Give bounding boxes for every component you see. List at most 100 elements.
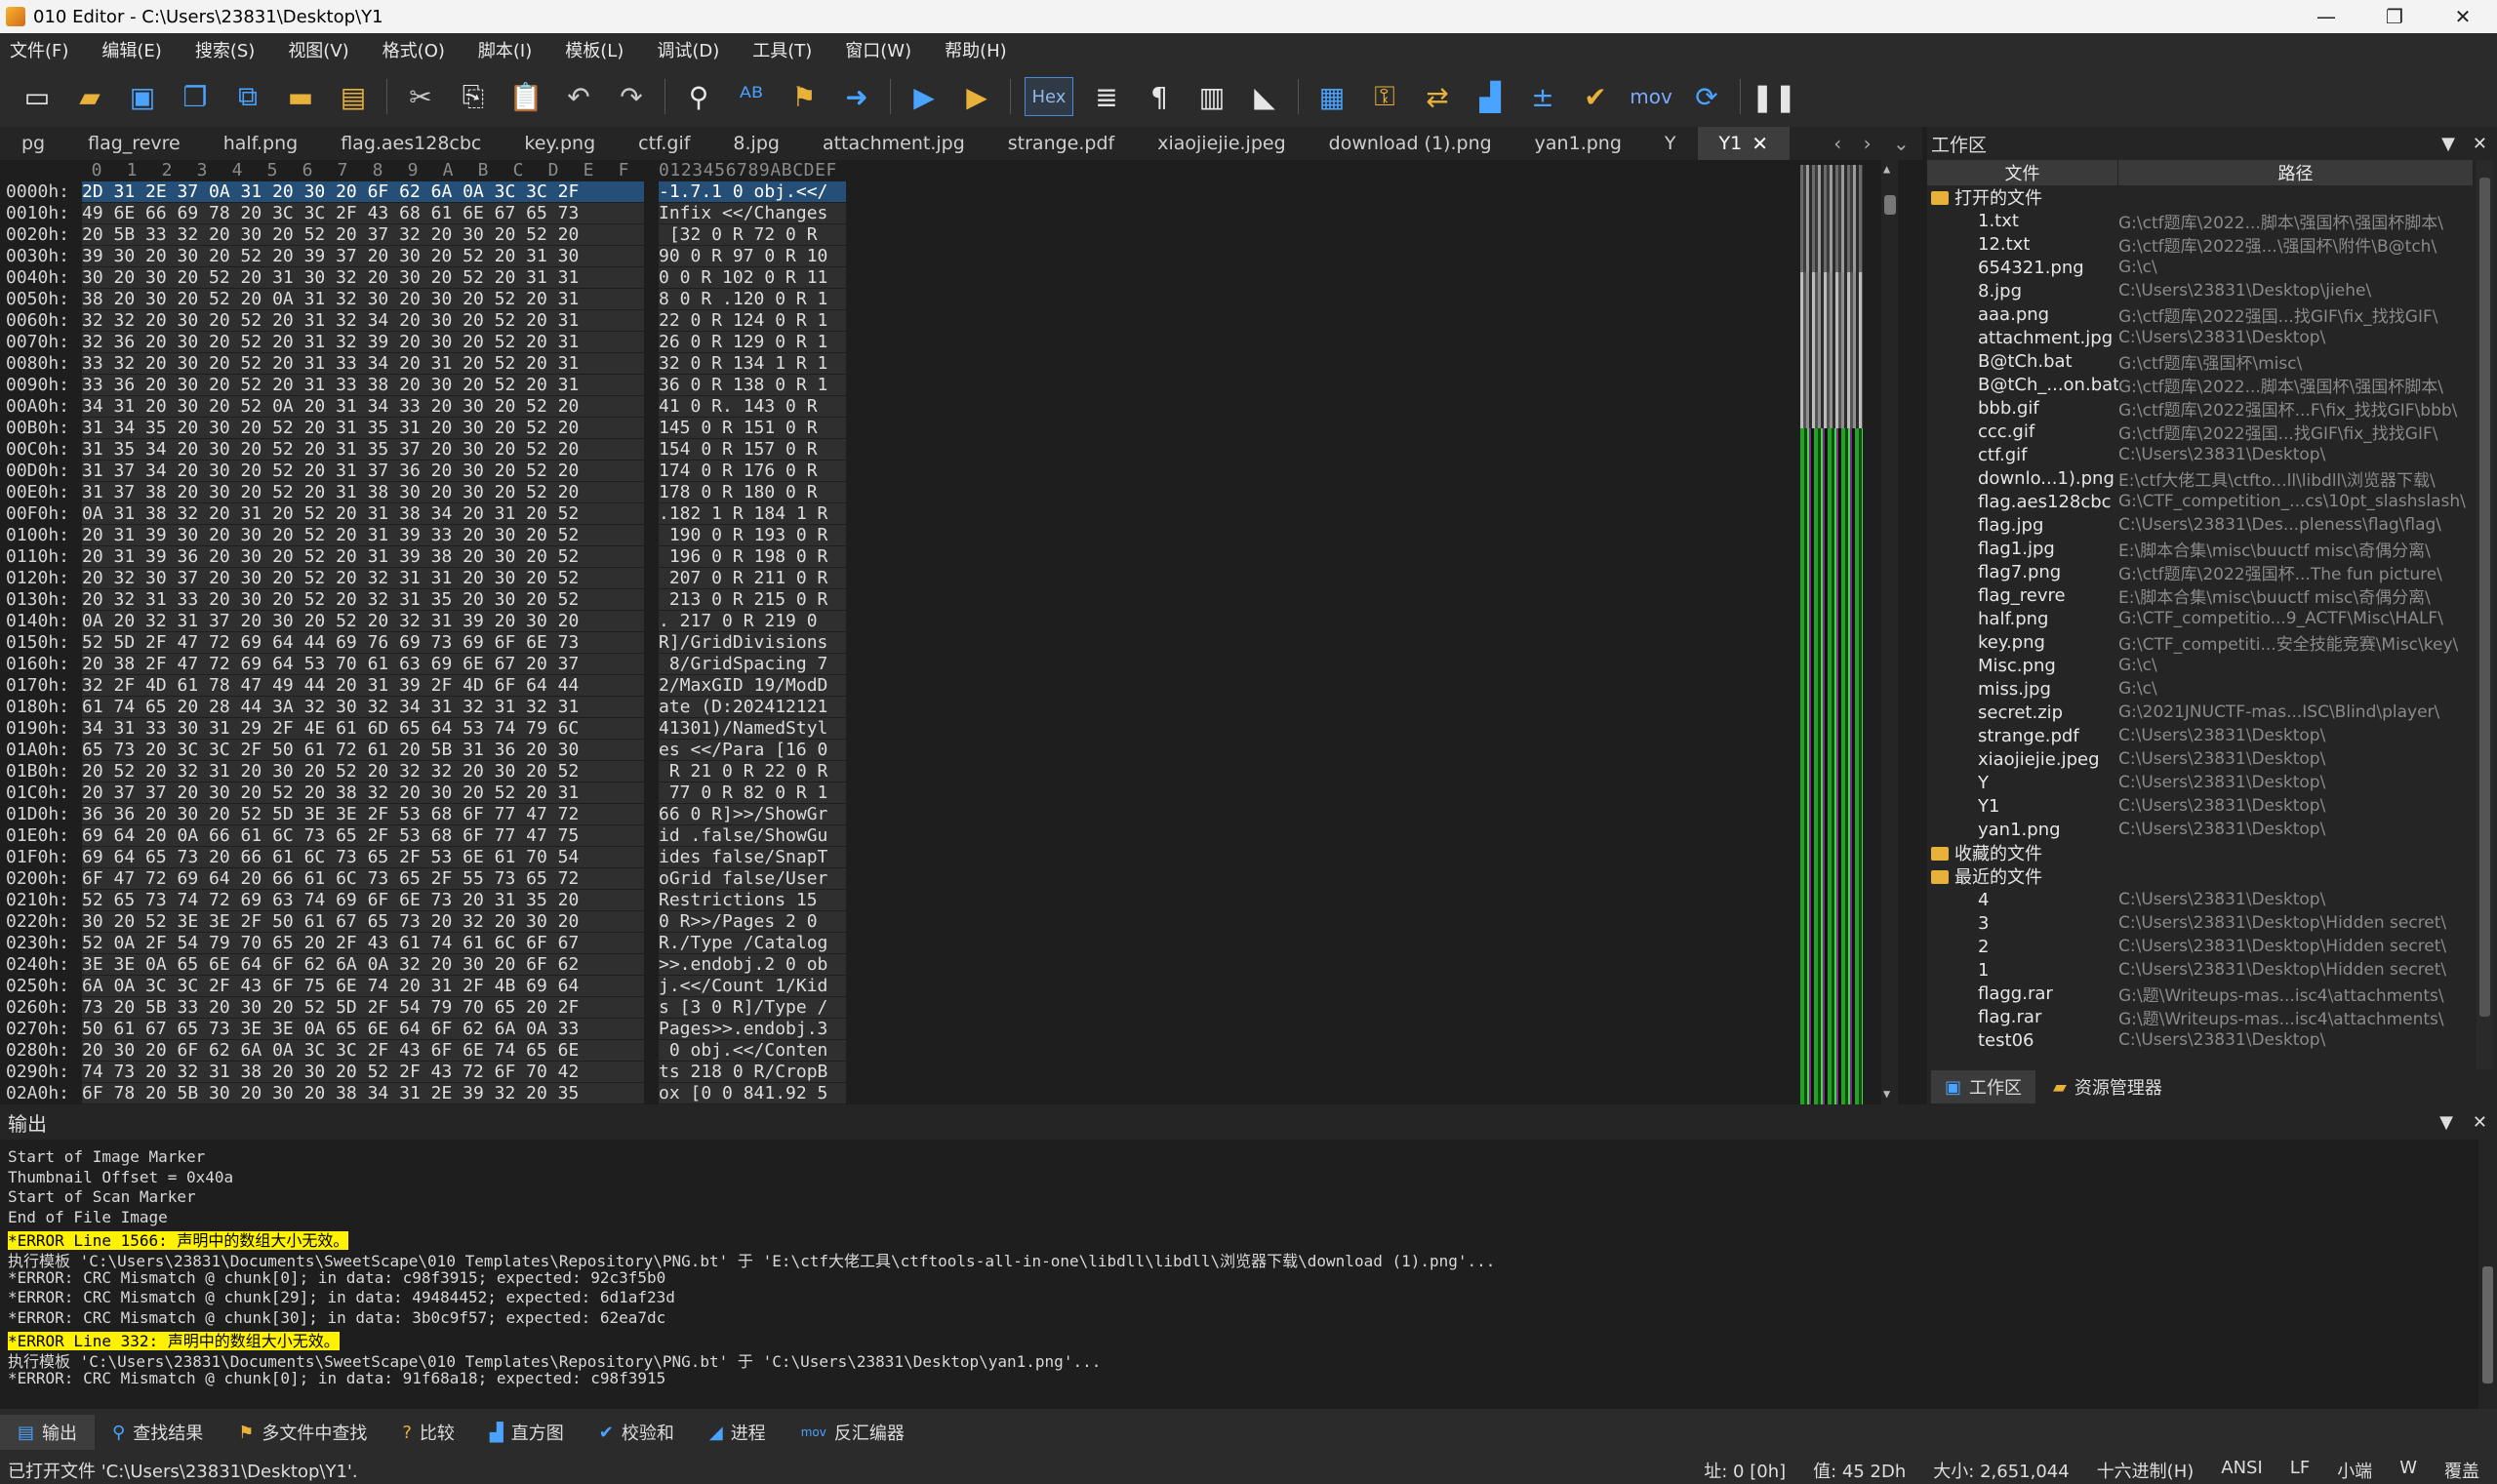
file-tab[interactable]: 8.jpg [711, 127, 801, 160]
workspace-file-row[interactable]: 4 C:\Users\23831\Desktop\ [1927, 888, 2474, 911]
group-open-files[interactable]: 打开的文件 [1927, 185, 2474, 209]
workspace-file-row[interactable]: downlo...1).png E:\ctf大佬工具\ctfto...ll\lib… [1927, 466, 2474, 491]
workspace-file-row[interactable]: 654321.png G:\c\ [1927, 256, 2474, 279]
row-ascii[interactable]: ate (D:202412121 [659, 697, 846, 717]
row-ascii[interactable]: 178 0 R 180 0 R [659, 482, 846, 502]
hex-row[interactable]: 0150h: 52 5D 2F 47 72 69 64 44 69 76 69 7… [0, 632, 859, 654]
row-hex-bytes[interactable]: 52 65 73 74 72 69 63 74 69 6F 6E 73 20 3… [82, 890, 644, 910]
panel-menu-icon[interactable]: ▼ [2441, 134, 2455, 154]
file-tab[interactable]: Y [1643, 127, 1698, 160]
row-ascii[interactable]: 26 0 R 129 0 R 1 [659, 332, 846, 352]
new-file-icon[interactable]: ▭ [18, 77, 57, 116]
row-ascii[interactable]: 22 0 R 124 0 R 1 [659, 310, 846, 331]
base-conversion-icon[interactable]: ⟳ [1687, 77, 1726, 116]
tab-find-results[interactable]: ⚲ 查找结果 [95, 1415, 221, 1450]
row-hex-bytes[interactable]: 38 20 30 20 52 20 0A 31 32 30 20 30 20 5… [82, 289, 644, 309]
row-hex-bytes[interactable]: 39 30 20 30 20 52 20 39 37 20 30 20 52 2… [82, 246, 644, 266]
row-hex-bytes[interactable]: 32 2F 4D 61 78 47 49 44 20 31 39 2F 4D 6… [82, 675, 644, 696]
group-recent-files[interactable]: 最近的文件 [1927, 864, 2474, 888]
row-ascii[interactable]: 8 0 R .120 0 R 1 [659, 289, 846, 309]
tab-process[interactable]: ◢ 进程 [692, 1415, 784, 1450]
row-hex-bytes[interactable]: 69 64 65 73 20 66 61 6C 73 65 2F 53 6E 6… [82, 847, 644, 867]
file-tab[interactable]: ctf.gif [617, 127, 711, 160]
pause-icon[interactable]: ❚❚ [1752, 77, 1797, 116]
row-hex-bytes[interactable]: 30 20 52 3E 3E 2F 50 61 67 65 73 20 32 2… [82, 911, 644, 932]
scroll-thumb[interactable] [1884, 195, 1896, 215]
row-ascii[interactable]: R]/GridDivisions [659, 632, 846, 653]
row-hex-bytes[interactable]: 20 30 20 6F 62 6A 0A 3C 3C 2F 43 6F 6E 7… [82, 1040, 644, 1061]
goto-icon[interactable]: ➜ [837, 77, 876, 116]
workspace-file-row[interactable]: flag.jpg C:\Users\23831\Des...pleness\fla… [1927, 513, 2474, 537]
row-hex-bytes[interactable]: 33 36 20 30 20 52 20 31 33 38 20 30 20 5… [82, 375, 644, 395]
file-tab[interactable]: strange.pdf [987, 127, 1136, 160]
row-ascii[interactable]: 196 0 R 198 0 R [659, 546, 846, 567]
row-hex-bytes[interactable]: 33 32 20 30 20 52 20 31 33 34 20 31 20 5… [82, 353, 644, 374]
hex-row[interactable]: 0050h: 38 20 30 20 52 20 0A 31 32 30 20 3… [0, 289, 859, 310]
hex-row[interactable]: 0120h: 20 32 30 37 20 30 20 52 20 32 31 3… [0, 568, 859, 589]
workspace-file-row[interactable]: ccc.gif G:\ctf题库\2022强国...找GIF\fix_找找GIF\ [1927, 420, 2474, 444]
row-ascii[interactable]: 32 0 R 134 1 R 1 [659, 353, 846, 374]
hex-row[interactable]: 0020h: 20 5B 33 32 20 30 20 52 20 37 32 2… [0, 224, 859, 246]
highlight-icon[interactable]: ◣ [1245, 77, 1284, 116]
hex-row[interactable]: 0130h: 20 32 31 33 20 30 20 52 20 32 31 3… [0, 589, 859, 611]
workspace-file-row[interactable]: miss.jpg G:\c\ [1927, 677, 2474, 701]
row-hex-bytes[interactable]: 49 6E 66 69 78 20 3C 3C 2F 43 68 61 6E 6… [82, 203, 644, 223]
row-hex-bytes[interactable]: 20 52 20 32 31 20 30 20 52 20 32 32 20 3… [82, 761, 644, 782]
row-hex-bytes[interactable]: 20 38 2F 47 72 69 64 53 70 61 63 69 6E 6… [82, 654, 644, 674]
tab-next-icon[interactable]: › [1864, 132, 1872, 155]
row-hex-bytes[interactable]: 34 31 20 30 20 52 0A 20 31 34 33 20 30 2… [82, 396, 644, 417]
row-ascii[interactable]: R 21 0 R 22 0 R [659, 761, 846, 782]
row-ascii[interactable]: 145 0 R 151 0 R [659, 418, 846, 438]
tab-find-in-files[interactable]: ⚑ 多文件中查找 [221, 1415, 384, 1450]
copy-icon[interactable]: ⎘ [454, 77, 493, 116]
row-ascii[interactable]: >>.endobj.2 0 ob [659, 954, 846, 975]
tab-explorer[interactable]: ▰ 资源管理器 [2039, 1070, 2176, 1103]
row-ascii[interactable]: . 217 0 R 219 0 [659, 611, 846, 631]
workspace-file-row[interactable]: Y1 C:\Users\23831\Desktop\ [1927, 794, 2474, 818]
row-hex-bytes[interactable]: 6F 78 20 5B 30 20 30 20 38 34 31 2E 39 3… [82, 1083, 644, 1103]
workspace-file-row[interactable]: ctf.gif C:\Users\23831\Desktop\ [1927, 443, 2474, 466]
hex-row[interactable]: 0180h: 61 74 65 20 28 44 3A 32 30 32 34 3… [0, 697, 859, 718]
menu-file[interactable]: 文件(F) [10, 37, 68, 62]
row-ascii[interactable]: 77 0 R 82 0 R 1 [659, 782, 846, 803]
row-hex-bytes[interactable]: 20 32 30 37 20 30 20 52 20 32 31 31 20 3… [82, 568, 644, 588]
find-icon[interactable]: ⚲ [679, 77, 718, 116]
workspace-file-row[interactable]: bbb.gif G:\ctf题库\2022强国杯...F\fix_找找GIF\bb… [1927, 396, 2474, 421]
undo-icon[interactable]: ↶ [559, 77, 598, 116]
row-ascii[interactable]: ides false/SnapT [659, 847, 846, 867]
workspace-folder-icon[interactable]: ▤ [334, 77, 373, 116]
workspace-file-row[interactable]: xiaojiejie.jpeg C:\Users\23831\Desktop\ [1927, 747, 2474, 771]
workspace-file-row[interactable]: flag7.png G:\ctf题库\2022强国杯...The fun pict… [1927, 560, 2474, 584]
menu-templates[interactable]: 模板(L) [565, 37, 624, 62]
file-tab[interactable]: flag.aes128cbc [319, 127, 503, 160]
hex-row[interactable]: 0210h: 52 65 73 74 72 69 63 74 69 6F 6E 7… [0, 890, 859, 911]
menu-edit[interactable]: 编辑(E) [101, 37, 161, 62]
hex-row[interactable]: 0090h: 33 36 20 30 20 52 20 31 33 38 20 3… [0, 375, 859, 396]
show-whitespace-icon[interactable]: ¶ [1140, 77, 1179, 116]
row-hex-bytes[interactable]: 20 5B 33 32 20 30 20 52 20 37 32 20 30 2… [82, 224, 644, 245]
hex-row[interactable]: 00A0h: 34 31 20 30 20 52 0A 20 31 34 33 2… [0, 396, 859, 418]
menu-scripts[interactable]: 脚本(I) [478, 37, 532, 62]
hex-row[interactable]: 01D0h: 36 36 20 30 20 52 5D 3E 3E 2F 53 6… [0, 804, 859, 825]
row-ascii[interactable]: Infix <</Changes [659, 203, 846, 223]
menu-tools[interactable]: 工具(T) [752, 37, 812, 62]
hex-row[interactable]: 0040h: 30 20 30 20 52 20 31 30 32 20 30 2… [0, 267, 859, 289]
workspace-file-row[interactable]: flag.aes128cbc G:\CTF_competition_...cs\1… [1927, 490, 2474, 513]
text-mode-icon[interactable]: ≣ [1087, 77, 1126, 116]
close-window-button[interactable]: ✕ [2429, 0, 2497, 33]
hex-row[interactable]: 00D0h: 31 37 34 20 30 20 52 20 31 37 36 2… [0, 461, 859, 482]
workspace-file-row[interactable]: flagg.rar G:\题\Writeups-mas...isc4\attach… [1927, 982, 2474, 1006]
workspace-file-row[interactable]: flag_revre E:\脚本合集\misc\buuctf misc\奇偶分离\ [1927, 583, 2474, 608]
workspace-file-row[interactable]: strange.pdf C:\Users\23831\Desktop\ [1927, 724, 2474, 747]
status-endian[interactable]: 小端 [2337, 1458, 2372, 1483]
arithmetic-icon[interactable]: ± [1523, 77, 1562, 116]
status-overwrite[interactable]: 覆盖 [2444, 1458, 2479, 1483]
row-ascii[interactable]: -1.7.1 0 obj.<</ [659, 181, 846, 202]
folder-icon[interactable]: ▬ [281, 77, 320, 116]
calculator-icon[interactable]: ▦ [1312, 77, 1351, 116]
close-tab-icon[interactable]: ✕ [1752, 132, 1768, 155]
row-ascii[interactable]: 190 0 R 193 0 R [659, 525, 846, 545]
workspace-file-row[interactable]: Misc.png G:\c\ [1927, 654, 2474, 677]
hex-row[interactable]: 01C0h: 20 37 37 20 30 20 52 20 38 32 20 3… [0, 782, 859, 804]
row-hex-bytes[interactable]: 61 74 65 20 28 44 3A 32 30 32 34 31 32 3… [82, 697, 644, 717]
